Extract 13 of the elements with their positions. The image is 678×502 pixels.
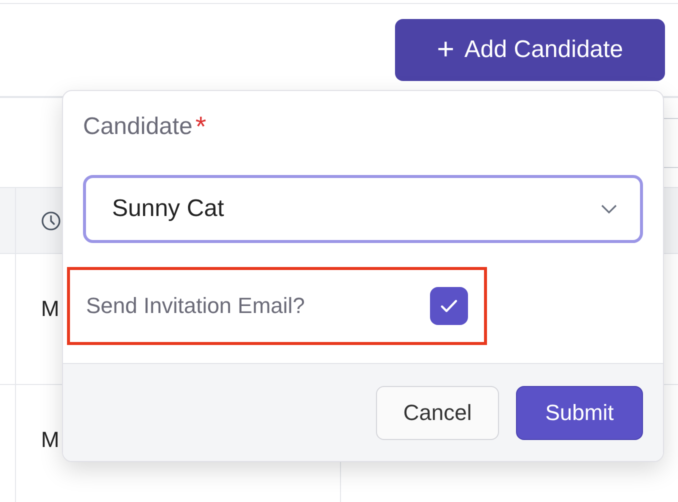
submit-button[interactable]: Submit (516, 386, 643, 440)
check-icon (440, 299, 458, 313)
add-candidate-button[interactable]: + Add Candidate (395, 19, 665, 81)
candidate-select[interactable]: Sunny Cat (83, 175, 643, 243)
cancel-button[interactable]: Cancel (376, 386, 499, 440)
field-label: Candidate (83, 113, 192, 141)
clock-icon (41, 210, 61, 230)
checkbox-label: Send Invitation Email? (86, 293, 305, 319)
table-cell: M (41, 296, 60, 322)
required-asterisk: * (195, 113, 206, 141)
invitation-checkbox[interactable] (430, 287, 468, 325)
chevron-down-icon (600, 204, 618, 214)
table-cell: M (41, 427, 60, 453)
